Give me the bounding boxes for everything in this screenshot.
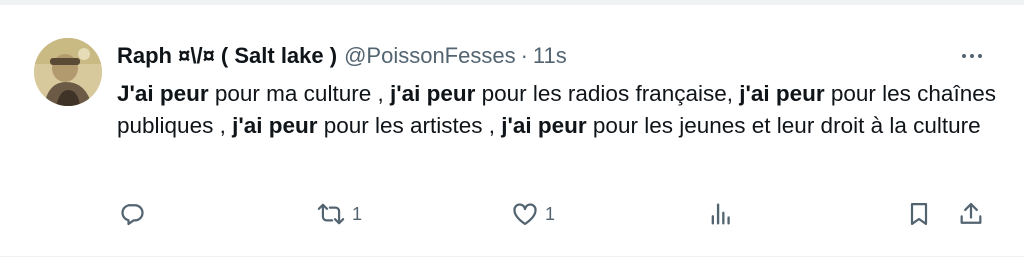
- body-segment: j'ai peur: [501, 112, 587, 138]
- like-count: 1: [545, 203, 556, 224]
- body-segment: J'ai peur: [117, 81, 209, 106]
- views-icon: [707, 200, 735, 228]
- retweet-icon: [316, 200, 346, 228]
- body-segment: pour les radios française,: [475, 81, 740, 106]
- tweet-text: J'ai peur pour ma culture , j'ai peur po…: [117, 78, 997, 141]
- reply-button[interactable]: [118, 196, 152, 232]
- retweet-button[interactable]: 1: [316, 196, 362, 232]
- retweet-count: 1: [352, 203, 363, 224]
- action-bar: 1 1: [0, 196, 1024, 232]
- more-icon[interactable]: [956, 44, 988, 68]
- heart-icon: [511, 200, 539, 228]
- share-button[interactable]: [957, 196, 985, 232]
- tweet[interactable]: Raph ¤\/¤ ( Salt lake ) @PoissonFesses ·…: [0, 0, 1024, 260]
- reply-icon: [118, 200, 146, 228]
- like-button[interactable]: 1: [511, 196, 555, 232]
- body-segment: pour ma culture ,: [208, 81, 390, 106]
- body-segment: j'ai peur: [389, 81, 476, 106]
- bottom-divider: [0, 256, 1024, 257]
- tweet-header: Raph ¤\/¤ ( Salt lake ) @PoissonFesses ·…: [117, 42, 567, 70]
- user-handle[interactable]: @PoissonFesses: [344, 42, 516, 70]
- timestamp[interactable]: 11s: [533, 42, 567, 70]
- views-button[interactable]: [707, 196, 741, 232]
- body-segment: pour les jeunes et leur droit à la cultu…: [586, 112, 981, 138]
- body-segment: j'ai peur: [232, 112, 318, 138]
- body-segment: pour les artistes ,: [317, 112, 502, 138]
- share-icon: [957, 200, 985, 228]
- avatar[interactable]: [34, 38, 102, 106]
- bookmark-icon: [905, 200, 933, 228]
- separator-dot: ·: [520, 43, 528, 68]
- body-segment: j'ai peur: [739, 81, 825, 106]
- display-name[interactable]: Raph ¤\/¤ ( Salt lake ): [117, 42, 337, 70]
- bookmark-button[interactable]: [905, 196, 933, 232]
